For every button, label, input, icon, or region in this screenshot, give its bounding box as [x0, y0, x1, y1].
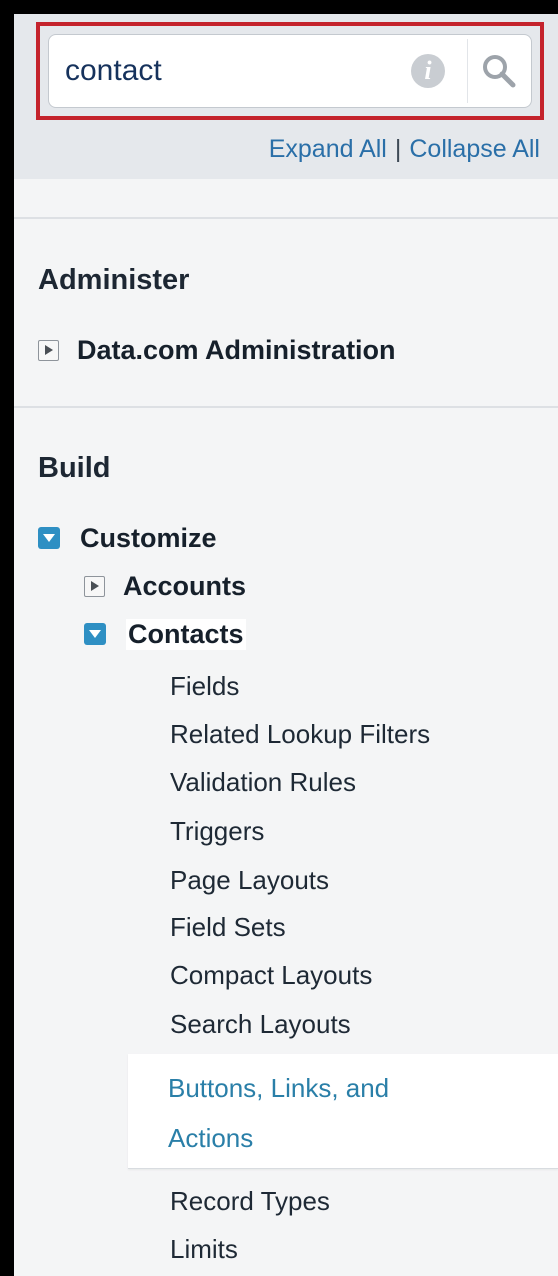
search-button[interactable] [469, 37, 529, 105]
selected-item-label-line-2: Actions [168, 1123, 254, 1153]
contacts-item-triggers[interactable]: Triggers [170, 816, 264, 847]
tree-item-label: Customize [80, 522, 217, 553]
contacts-item-record-types[interactable]: Record Types [170, 1186, 330, 1217]
tree-item-accounts[interactable]: Accounts [84, 568, 246, 604]
contacts-item-related-lookup-filters[interactable]: Related Lookup Filters [170, 719, 430, 750]
section-divider [14, 217, 558, 219]
section-divider [14, 406, 558, 408]
search-highlight-box: i [36, 22, 544, 120]
section-title-build: Build [38, 452, 111, 484]
contacts-item-validation-rules[interactable]: Validation Rules [170, 767, 356, 798]
info-icon[interactable]: i [411, 54, 445, 88]
tree-item-label: Contacts [126, 618, 246, 650]
tree-item-data-com-administration[interactable]: Data.com Administration [38, 332, 396, 368]
tree-item-contacts[interactable]: Contacts [84, 616, 246, 652]
contacts-item-compact-layouts[interactable]: Compact Layouts [170, 960, 372, 991]
contacts-item-fields[interactable]: Fields [170, 671, 239, 702]
expand-arrow-icon[interactable] [38, 339, 59, 361]
contacts-item-page-layouts[interactable]: Page Layouts [170, 865, 329, 896]
expand-collapse-links: Expand All | Collapse All [269, 135, 540, 164]
contacts-item-buttons-links-actions[interactable]: Buttons, Links, and Actions [128, 1054, 558, 1169]
tree-item-label: Data.com Administration [77, 334, 396, 365]
selected-item-label-line-1: Buttons, Links, and [168, 1073, 390, 1103]
tree-item-customize[interactable]: Customize [38, 520, 217, 556]
expand-arrow-icon[interactable] [84, 575, 105, 597]
quick-find-box: i [48, 34, 532, 108]
expand-all-link[interactable]: Expand All [269, 135, 387, 163]
tree-item-label: Accounts [123, 570, 247, 601]
setup-sidebar: i Expand All|Collapse All Administer Dat… [14, 14, 558, 1276]
search-divider [467, 39, 468, 103]
contacts-item-field-sets[interactable]: Field Sets [170, 912, 286, 943]
section-title-administer: Administer [38, 264, 190, 296]
quick-find-input[interactable] [65, 49, 385, 93]
contacts-item-limits[interactable]: Limits [170, 1234, 238, 1265]
quick-find-area: i Expand All|Collapse All [14, 14, 558, 179]
collapse-all-link[interactable]: Collapse All [409, 135, 540, 163]
magnifier-icon [483, 55, 516, 88]
link-separator: | [394, 135, 402, 163]
collapse-arrow-icon[interactable] [38, 527, 60, 549]
contacts-item-search-layouts[interactable]: Search Layouts [170, 1009, 351, 1040]
collapse-arrow-icon[interactable] [84, 623, 106, 645]
